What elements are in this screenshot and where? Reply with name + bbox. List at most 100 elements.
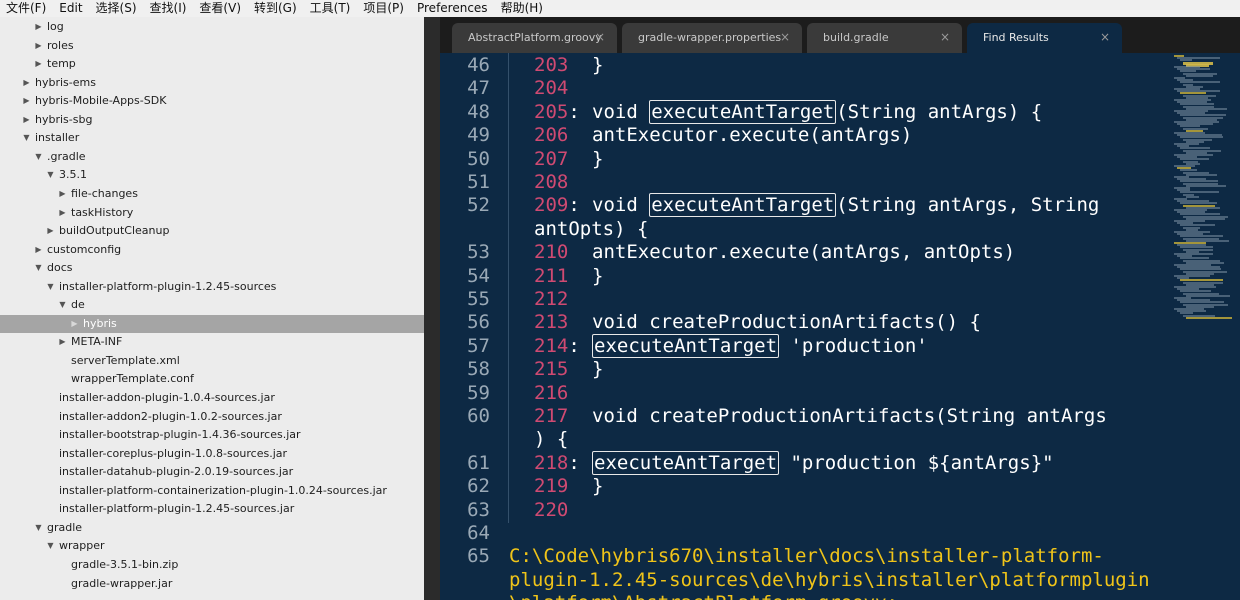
gutter-line-number: 59 — [467, 381, 490, 404]
tree-item[interactable]: installer-datahub-plugin-2.0.19-sources.… — [0, 463, 424, 481]
tree-item[interactable]: ▼ docs — [0, 259, 424, 277]
close-icon[interactable]: × — [595, 23, 605, 52]
tree-item[interactable]: installer-platform-plugin-1.2.45-sources… — [0, 500, 424, 518]
menu-item-2[interactable]: 选择(S) — [90, 0, 144, 17]
collapsed-arrow-icon[interactable]: ▶ — [58, 204, 67, 222]
source-line-number: 208 — [534, 171, 569, 193]
tree-item[interactable]: ▼ de — [0, 296, 424, 314]
tree-item[interactable]: installer-platform-containerization-plug… — [0, 482, 424, 500]
tree-item[interactable]: installer-addon-plugin-1.0.4-sources.jar — [0, 389, 424, 407]
menu-item-0[interactable]: 文件(F) — [0, 0, 53, 17]
tree-item[interactable]: ▶ buildOutputCleanup — [0, 222, 424, 240]
find-result-line[interactable]: 64 — [440, 522, 1170, 545]
tree-item[interactable]: ▼ gradle — [0, 519, 424, 537]
expanded-arrow-icon[interactable]: ▼ — [58, 296, 67, 314]
expanded-arrow-icon[interactable]: ▼ — [46, 166, 55, 184]
gutter-line-number: 64 — [467, 522, 490, 544]
tab-build-gradle[interactable]: build.gradle × — [807, 23, 962, 53]
editor-find-results[interactable]: 46 203 } 47 204 48 205: void executeAntTarget… — [440, 53, 1240, 600]
close-icon[interactable]: × — [940, 23, 950, 52]
gutter-line-number: 63 — [467, 498, 490, 521]
collapsed-arrow-icon[interactable]: ▶ — [34, 241, 43, 259]
tree-item-label: docs — [47, 261, 73, 275]
menu-item-5[interactable]: 转到(G) — [248, 0, 304, 17]
collapsed-arrow-icon[interactable]: ▶ — [34, 37, 43, 55]
tree-item-label: serverTemplate.xml — [71, 353, 180, 367]
code-text: antOpts) { — [534, 217, 649, 240]
tree-item-label: buildOutputCleanup — [59, 224, 170, 238]
menu-item-6[interactable]: 工具(T) — [304, 0, 358, 17]
collapsed-arrow-icon[interactable]: ▶ — [58, 185, 67, 203]
expanded-arrow-icon[interactable]: ▼ — [34, 519, 43, 537]
tree-item[interactable]: ▼ installer — [0, 129, 424, 147]
tree-item[interactable]: ▶ roles — [0, 37, 424, 55]
tree-item-label: de — [71, 298, 85, 312]
menu-item-3[interactable]: 查找(I) — [144, 0, 194, 17]
tree-item-label: hybris — [83, 316, 117, 330]
collapsed-arrow-icon[interactable]: ▶ — [46, 222, 55, 240]
search-match-highlight: executeAntTarget — [649, 99, 837, 124]
collapsed-arrow-icon[interactable]: ▶ — [22, 111, 31, 129]
tree-item[interactable]: gradle-3.5.1-bin.zip — [0, 556, 424, 574]
minimap[interactable] — [1172, 53, 1232, 323]
tree-item[interactable]: ▼ installer-platform-plugin-1.2.45-source… — [0, 278, 424, 296]
gutter-line-number: 46 — [467, 54, 490, 76]
gutter-line-number: 51 — [467, 171, 490, 193]
tree-item-label: taskHistory — [71, 205, 134, 219]
source-line-number: 212 — [534, 288, 569, 310]
tree-item[interactable]: ▼ 3.5.1 — [0, 166, 424, 184]
collapsed-arrow-icon[interactable]: ▶ — [34, 55, 43, 73]
close-icon[interactable]: × — [1100, 23, 1110, 52]
collapsed-arrow-icon[interactable]: ▶ — [22, 74, 31, 92]
collapsed-arrow-icon[interactable]: ▶ — [34, 18, 43, 36]
expanded-arrow-icon[interactable]: ▼ — [46, 278, 55, 296]
gutter-line-number: 56 — [467, 311, 490, 334]
expanded-arrow-icon[interactable]: ▼ — [46, 537, 55, 555]
tree-item-label: gradle-wrapper.jar — [71, 576, 173, 590]
menu-item-7[interactable]: 项目(P) — [357, 0, 411, 17]
menu-item-8[interactable]: Preferences — [411, 0, 495, 17]
tree-item-label: wrapperTemplate.conf — [71, 372, 194, 386]
collapsed-arrow-icon[interactable]: ▶ — [70, 315, 79, 333]
menu-item-9[interactable]: 帮助(H) — [495, 0, 550, 17]
tree-item[interactable]: ▶ log — [0, 18, 424, 36]
tree-item[interactable]: ▶ taskHistory — [0, 204, 424, 222]
tree-item[interactable]: ▶ file-changes — [0, 185, 424, 203]
sidebar-file-tree: ▶ log ▶ roles ▶ temp ▶ hybris-ems ▶ hybris-Mobile… — [0, 17, 424, 600]
tree-item-label: wrapper — [59, 539, 105, 553]
tab-abstractplatform-groovy[interactable]: AbstractPlatform.groovy × — [452, 23, 617, 53]
tree-item[interactable]: ▶ hybris — [0, 314, 424, 333]
close-icon[interactable]: × — [780, 23, 790, 52]
menu-item-1[interactable]: Edit — [53, 0, 89, 17]
tree-item[interactable]: ▶ temp — [0, 55, 424, 73]
tree-item[interactable]: installer-addon2-plugin-1.0.2-sources.ja… — [0, 408, 424, 426]
tab-gradle-wrapper-properties[interactable]: gradle-wrapper.properties × — [622, 23, 802, 53]
tree-item[interactable]: ▶ customconfig — [0, 241, 424, 259]
tree-item-label: roles — [47, 38, 74, 52]
tree-item-label: 3.5.1 — [59, 168, 87, 182]
tab-find-results[interactable]: Find Results × — [967, 23, 1122, 53]
source-line-number: 214: — [534, 334, 580, 357]
tree-item[interactable]: installer-coreplus-plugin-1.0.8-sources.… — [0, 445, 424, 463]
tree-item[interactable]: ▶ META-INF — [0, 333, 424, 351]
code-text: } — [592, 54, 604, 76]
tree-item[interactable]: gradle-wrapper.jar — [0, 575, 424, 593]
tree-item[interactable]: serverTemplate.xml — [0, 352, 424, 370]
tree-item[interactable]: ▶ hybris-Mobile-Apps-SDK — [0, 92, 424, 110]
tree-item[interactable]: ▶ hybris-ems — [0, 74, 424, 92]
menu-item-4[interactable]: 查看(V) — [193, 0, 248, 17]
expanded-arrow-icon[interactable]: ▼ — [22, 129, 31, 147]
pane-divider[interactable] — [424, 17, 440, 600]
code-text: antExecutor.execute(antArgs) — [592, 124, 913, 147]
tree-item[interactable]: ▼ .gradle — [0, 148, 424, 166]
tree-item[interactable]: ▼ wrapper — [0, 537, 424, 555]
tree-item[interactable]: wrapperTemplate.conf — [0, 370, 424, 388]
code-text: executeAntTarget 'production' — [592, 333, 928, 358]
tree-item[interactable]: installer-bootstrap-plugin-1.4.36-source… — [0, 426, 424, 444]
expanded-arrow-icon[interactable]: ▼ — [34, 148, 43, 166]
expanded-arrow-icon[interactable]: ▼ — [34, 259, 43, 277]
tree-item-label: gradle-3.5.1-bin.zip — [71, 557, 179, 571]
tree-item[interactable]: ▶ hybris-sbg — [0, 111, 424, 129]
collapsed-arrow-icon[interactable]: ▶ — [22, 92, 31, 110]
collapsed-arrow-icon[interactable]: ▶ — [58, 333, 67, 351]
